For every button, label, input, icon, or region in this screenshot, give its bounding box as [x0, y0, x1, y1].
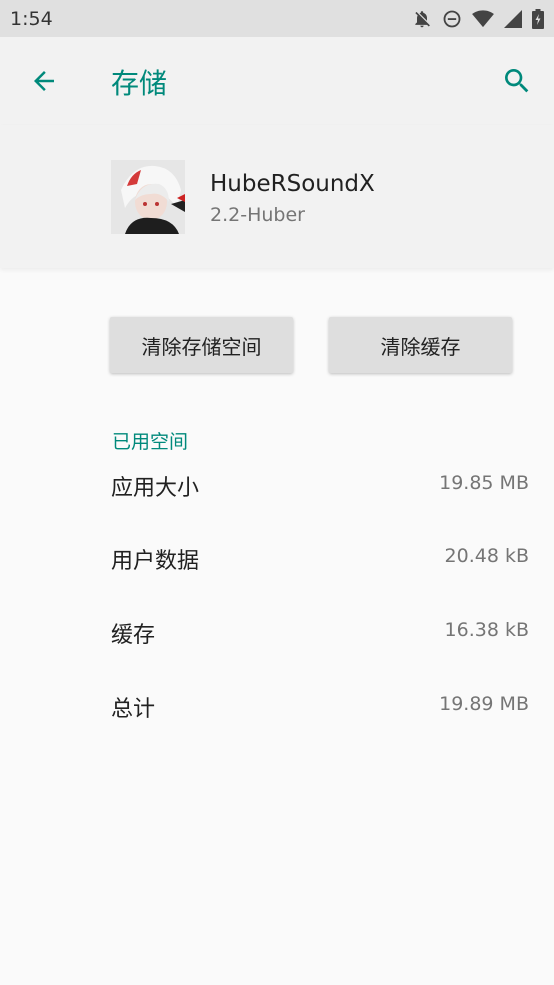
do-not-disturb-icon: [442, 9, 462, 29]
signal-icon: [504, 9, 522, 28]
wifi-icon: [472, 9, 494, 29]
row-value: 19.89 MB: [439, 693, 529, 715]
row-value: 19.85 MB: [439, 472, 529, 494]
battery-icon: [532, 8, 544, 29]
storage-row-cache: 缓存 16.38 kB: [111, 617, 529, 657]
search-button[interactable]: [497, 61, 537, 101]
storage-row-total: 总计 19.89 MB: [111, 691, 529, 731]
back-button[interactable]: [24, 61, 64, 101]
clear-storage-button[interactable]: 清除存储空间: [110, 317, 293, 373]
row-label: 缓存: [111, 623, 156, 648]
app-version: 2.2-Huber: [210, 204, 305, 226]
storage-row-app-size: 应用大小 19.85 MB: [111, 470, 529, 510]
row-label: 用户数据: [111, 549, 200, 574]
page-title: 存储: [111, 67, 168, 100]
app-icon: [111, 160, 185, 234]
row-label: 应用大小: [111, 476, 200, 501]
app-bar: 存储: [0, 37, 554, 125]
storage-row-user-data: 用户数据 20.48 kB: [111, 543, 529, 583]
status-bar: 1:54: [0, 0, 554, 37]
row-value: 16.38 kB: [444, 619, 529, 641]
app-header: HubeRSoundX 2.2-Huber: [0, 125, 554, 268]
row-value: 20.48 kB: [444, 545, 529, 567]
search-icon: [505, 69, 529, 93]
section-title-used-space: 已用空间: [112, 431, 189, 453]
status-icons: [412, 8, 544, 29]
row-label: 总计: [111, 697, 156, 722]
notifications-off-icon: [412, 9, 432, 29]
app-name: HubeRSoundX: [210, 171, 375, 197]
clear-cache-button[interactable]: 清除缓存: [329, 317, 512, 373]
status-time: 1:54: [10, 7, 53, 30]
arrow-back-icon: [34, 71, 54, 91]
